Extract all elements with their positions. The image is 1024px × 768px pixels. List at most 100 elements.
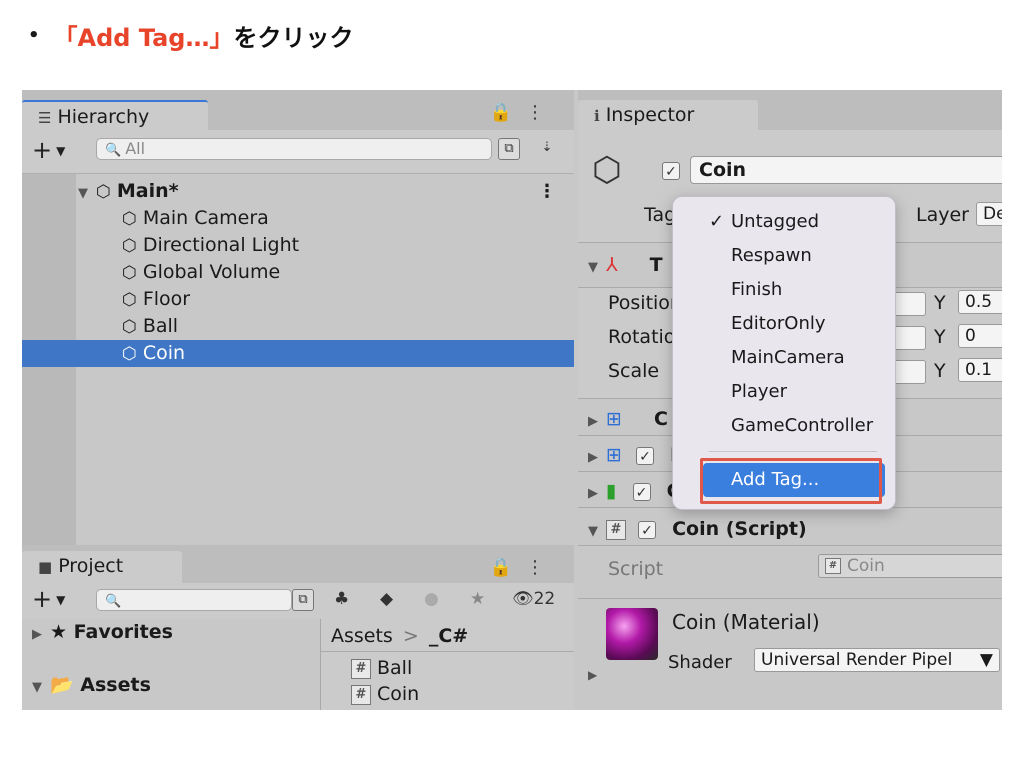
project-panel: ■ Project 🔒⋮ + ▼ 🔍 ⧉ ♣ ◆ ● ★ 👁22 ▶ ★ Favori… xyxy=(22,545,574,710)
search-filter-icon[interactable]: ● xyxy=(424,589,439,609)
grid-icon: ⊞ xyxy=(606,408,622,430)
expand-arrow-icon[interactable]: ▶ xyxy=(588,450,598,465)
expand-arrow-icon[interactable]: ▶ xyxy=(588,414,598,429)
list-item[interactable]: ⬡ Floor xyxy=(22,286,574,313)
script-component-header[interactable]: ▼ # ✓ Coin (Script) xyxy=(578,512,1002,546)
favorites-label: Favorites xyxy=(73,621,173,643)
script-icon: # xyxy=(606,519,626,540)
scene-row[interactable]: ▼ ⬡ Main* ⋮ xyxy=(22,178,574,205)
chevron-down-icon: ▼ xyxy=(56,144,66,158)
breadcrumb-current[interactable]: _C# xyxy=(429,625,468,647)
transform-icon: ⅄ xyxy=(606,254,618,276)
position-label: Position xyxy=(608,292,682,314)
project-tab-tools: 🔒⋮ xyxy=(490,557,558,578)
scene-menu-icon[interactable]: ⋮ xyxy=(538,178,556,205)
enabled-checkbox[interactable]: ✓ xyxy=(638,521,657,539)
material-name: Coin (Material) xyxy=(672,610,820,634)
project-file-view: Assets > _C# # Ball # Coin xyxy=(321,619,574,710)
expand-arrow-icon[interactable]: ▼ xyxy=(588,524,598,539)
menu-item-label: MainCamera xyxy=(731,347,845,368)
expand-arrow-icon[interactable]: ▼ xyxy=(78,186,88,201)
file-label: Coin xyxy=(377,683,420,705)
hierarchy-search-input[interactable]: 🔍 All xyxy=(96,138,492,160)
lock-icon[interactable]: 🔒 xyxy=(490,557,526,578)
list-item[interactable]: ⬡ Global Volume xyxy=(22,259,574,286)
menu-item-respawn[interactable]: Respawn xyxy=(673,239,895,273)
favorites-item[interactable]: ▶ ★ Favorites xyxy=(32,621,173,643)
tab-project-label: Project xyxy=(58,555,124,577)
star-icon[interactable]: ★ xyxy=(470,589,485,609)
tab-inspector[interactable]: ℹ Inspector xyxy=(578,100,758,130)
project-tabstrip: ■ Project 🔒⋮ xyxy=(22,545,574,583)
project-search-input[interactable]: 🔍 xyxy=(96,589,292,611)
enabled-checkbox[interactable]: ✓ xyxy=(632,483,651,501)
menu-item-gamecontroller[interactable]: GameController xyxy=(673,409,895,443)
script-icon: # xyxy=(351,684,371,705)
menu-item-maincamera[interactable]: MainCamera xyxy=(673,341,895,375)
component-title: Coin (Script) xyxy=(672,518,807,540)
position-y-field[interactable]: 0.5 xyxy=(958,290,1002,314)
collider-icon: ▮ xyxy=(606,480,617,502)
material-preview xyxy=(606,608,658,660)
lock-icon[interactable]: 🔒 xyxy=(490,102,526,123)
enabled-checkbox[interactable]: ✓ xyxy=(635,447,654,465)
expand-arrow-icon[interactable]: ▼ xyxy=(588,260,598,275)
scale-y-field[interactable]: 0.1 xyxy=(958,358,1002,382)
caption-highlight: 「Add Tag…」 xyxy=(53,24,234,52)
list-item[interactable]: ⬡ Ball xyxy=(22,313,574,340)
search-placeholder: All xyxy=(125,139,146,158)
tab-project[interactable]: ■ Project xyxy=(22,551,182,583)
list-item-selected[interactable]: ⬡ Coin xyxy=(22,340,574,367)
count-label: 22 xyxy=(533,589,556,609)
item-label: Ball xyxy=(142,315,179,337)
menu-item-label: EditorOnly xyxy=(731,313,826,334)
layer-label: Layer xyxy=(916,204,969,226)
sort-icon[interactable]: ⇣ xyxy=(536,138,558,160)
menu-item-player[interactable]: Player xyxy=(673,375,895,409)
layer-dropdown[interactable]: De xyxy=(976,202,1002,226)
breadcrumb-assets[interactable]: Assets xyxy=(331,625,393,647)
rotation-y-field[interactable]: 0 xyxy=(958,324,1002,348)
scale-label: Scale xyxy=(608,360,660,382)
file-item[interactable]: # Coin xyxy=(351,683,419,705)
item-label: Coin xyxy=(142,342,186,364)
tab-hierarchy[interactable]: ☰ Hierarchy xyxy=(22,100,208,130)
active-checkbox[interactable]: ✓ xyxy=(662,162,680,180)
item-label: Directional Light xyxy=(142,234,300,256)
menu-item-label: Player xyxy=(731,381,788,402)
visible-count[interactable]: 👁22 xyxy=(512,589,555,609)
script-icon: # xyxy=(351,658,371,679)
list-item[interactable]: ⬡ Directional Light xyxy=(22,232,574,259)
type-filter-icon[interactable]: ♣ xyxy=(334,589,349,609)
kebab-menu-icon[interactable]: ⋮ xyxy=(526,557,558,578)
label-filter-icon[interactable]: ◆ xyxy=(380,589,393,609)
expand-arrow-icon[interactable]: ▼ xyxy=(32,680,42,695)
gameobject-icon: ⬡ xyxy=(122,209,137,229)
file-label: Ball xyxy=(377,657,413,679)
position-y-label: Y xyxy=(934,292,946,314)
menu-item-untagged[interactable]: ✓ Untagged xyxy=(673,205,895,239)
file-item[interactable]: # Ball xyxy=(351,657,412,679)
divider xyxy=(578,598,1002,599)
object-name-field[interactable]: Coin xyxy=(690,156,1002,184)
gameobject-icon[interactable]: ⬡ xyxy=(592,150,622,190)
assets-item[interactable]: ▼ 📂 Assets xyxy=(32,673,151,696)
menu-item-label: Respawn xyxy=(731,245,812,266)
menu-item-editoronly[interactable]: EditorOnly xyxy=(673,307,895,341)
search-icon: 🔍 xyxy=(105,594,122,609)
shader-dropdown[interactable]: Universal Render Pipel ▼ xyxy=(754,648,1000,672)
create-button[interactable]: + ▼ xyxy=(32,136,65,164)
scene-visibility-button[interactable]: ⧉ xyxy=(498,138,520,160)
expand-arrow-icon[interactable]: ▶ xyxy=(32,627,42,642)
rotation-y-label: Y xyxy=(934,326,946,348)
search-mode-button[interactable]: ⧉ xyxy=(292,589,314,611)
menu-item-finish[interactable]: Finish xyxy=(673,273,895,307)
tab-hierarchy-label: Hierarchy xyxy=(57,106,150,128)
expand-arrow-icon[interactable]: ▶ xyxy=(588,668,597,682)
transform-title: T xyxy=(649,254,663,276)
create-button[interactable]: + ▼ xyxy=(32,585,65,613)
list-item[interactable]: ⬡ Main Camera xyxy=(22,205,574,232)
kebab-menu-icon[interactable]: ⋮ xyxy=(526,102,558,123)
expand-arrow-icon[interactable]: ▶ xyxy=(588,486,598,501)
gameobject-icon: ⬡ xyxy=(122,236,137,256)
